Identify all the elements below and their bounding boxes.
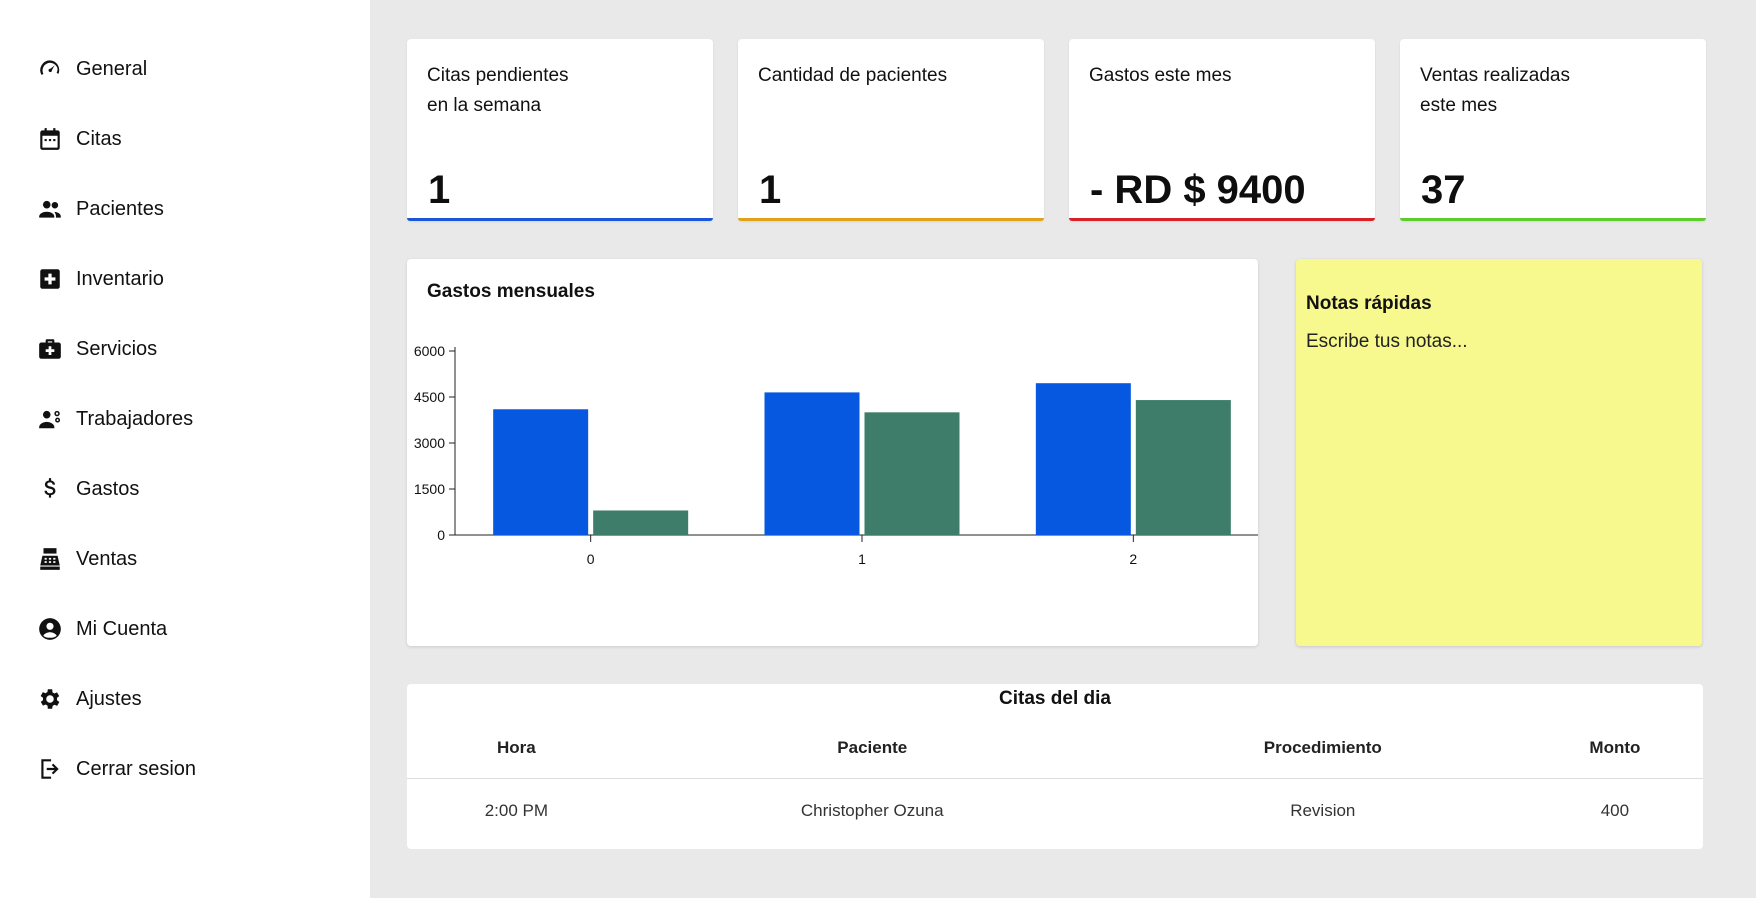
account-circle-icon [36, 615, 64, 643]
medical-plus-icon [36, 265, 64, 293]
calendar-icon [36, 125, 64, 153]
y-tick-label: 3000 [414, 435, 445, 451]
bar-series-1-cat-1 [864, 412, 960, 535]
cell-monto: 400 [1600, 801, 1630, 821]
card-citas-pendientes: Citas pendientes en la semana 1 [407, 39, 713, 221]
card-cantidad-pacientes: Cantidad de pacientes 1 [738, 39, 1044, 221]
sidebar: General Citas Pacientes Inventario Servi… [0, 0, 370, 898]
bar-chart: 0 1500 3000 4500 6000 0 1 2 [414, 343, 1258, 567]
x-tick-label: 0 [587, 551, 595, 567]
sidebar-item-mi-cuenta[interactable]: Mi Cuenta [0, 594, 370, 664]
bar-series-0-cat-1 [764, 392, 860, 535]
bar-series-1-cat-2 [1135, 400, 1231, 535]
sidebar-item-label: General [76, 57, 148, 80]
sidebar-item-ajustes[interactable]: Ajustes [0, 664, 370, 734]
sidebar-item-label: Trabajadores [76, 407, 194, 430]
table-header-row: Hora Paciente Procedimiento Monto [407, 718, 1703, 779]
sidebar-item-label: Ajustes [76, 687, 142, 710]
bar-series-1-cat-0 [593, 510, 689, 535]
sidebar-item-label: Ventas [76, 547, 138, 570]
column-header-monto: Monto [1526, 718, 1703, 779]
sidebar-item-general[interactable]: General [0, 34, 370, 104]
bar-series-0-cat-0 [493, 409, 589, 535]
sidebar-item-ventas[interactable]: Ventas [0, 524, 370, 594]
logout-icon [36, 755, 64, 783]
gear-icon [36, 685, 64, 713]
sidebar-item-label: Pacientes [76, 197, 164, 220]
medical-bag-icon [36, 335, 64, 363]
card-accent-bar [738, 218, 1044, 221]
y-tick-label: 6000 [414, 343, 445, 359]
card-value: 1 [428, 168, 451, 212]
y-tick-label: 0 [437, 527, 445, 543]
card-value: - RD $ 9400 [1090, 168, 1306, 212]
speedometer-icon [36, 55, 64, 83]
y-tick-label: 4500 [414, 389, 445, 405]
sidebar-item-cerrar-sesion[interactable]: Cerrar sesion [0, 734, 370, 804]
table-row[interactable]: 2:00 PM Christopher Ozuna Revision 400 [407, 778, 1703, 844]
sidebar-nav: General Citas Pacientes Inventario Servi… [0, 0, 370, 804]
sidebar-item-pacientes[interactable]: Pacientes [0, 174, 370, 244]
table-title: Citas del dia [999, 688, 1111, 709]
summary-cards: Citas pendientes en la semana 1 Cantidad… [407, 39, 1706, 221]
card-value: 37 [1421, 168, 1466, 212]
cell-paciente: Christopher Ozuna [800, 801, 944, 821]
dollar-icon [36, 475, 64, 503]
sidebar-item-citas[interactable]: Citas [0, 104, 370, 174]
chart-title: Gastos mensuales [427, 281, 595, 302]
cell-procedimiento: Revision [1290, 801, 1356, 821]
sidebar-item-label: Mi Cuenta [76, 617, 168, 640]
appointments-table-card: Citas del dia Hora Paciente Procedimient… [407, 684, 1703, 849]
card-title: Gastos este mes [1089, 65, 1232, 86]
sidebar-item-trabajadores[interactable]: Trabajadores [0, 384, 370, 454]
sidebar-item-gastos[interactable]: Gastos [0, 454, 370, 524]
card-title: Ventas realizadas este mes [1420, 65, 1570, 116]
card-accent-bar [1400, 218, 1706, 221]
main-content: Citas pendientes en la semana 1 Cantidad… [370, 0, 1756, 898]
sidebar-item-servicios[interactable]: Servicios [0, 314, 370, 384]
sidebar-item-label: Citas [76, 127, 122, 150]
sidebar-item-inventario[interactable]: Inventario [0, 244, 370, 314]
column-header-procedimiento: Procedimiento [1118, 718, 1527, 779]
sidebar-item-label: Cerrar sesion [76, 757, 197, 780]
y-tick-label: 1500 [414, 481, 445, 497]
card-gastos-mes: Gastos este mes - RD $ 9400 [1069, 39, 1375, 221]
sidebar-item-label: Inventario [76, 267, 164, 290]
quick-notes: Notas rápidas [1296, 259, 1702, 646]
workers-icon [36, 405, 64, 433]
card-ventas-mes: Ventas realizadas este mes 37 [1400, 39, 1706, 221]
card-value: 1 [759, 168, 782, 212]
card-title: Cantidad de pacientes [758, 65, 948, 86]
cash-register-icon [36, 545, 64, 573]
card-title: Citas pendientes en la semana [427, 65, 569, 116]
notes-input[interactable] [1306, 331, 1692, 631]
sidebar-item-label: Servicios [76, 337, 158, 360]
x-tick-label: 1 [858, 551, 866, 567]
sidebar-item-label: Gastos [76, 477, 140, 500]
card-accent-bar [407, 218, 713, 221]
x-tick-label: 2 [1129, 551, 1137, 567]
chart-card: 0 1500 3000 4500 6000 0 1 2 Gastos mensuales [407, 259, 1258, 646]
column-header-hora: Hora [407, 718, 626, 779]
appointments-table: Hora Paciente Procedimiento Monto 2:00 P… [407, 718, 1703, 844]
notes-title: Notas rápidas [1306, 293, 1432, 314]
card-accent-bar [1069, 218, 1375, 221]
column-header-paciente: Paciente [625, 718, 1119, 779]
people-icon [36, 195, 64, 223]
cell-hora: 2:00 PM [484, 801, 549, 821]
bar-series-0-cat-2 [1035, 383, 1131, 535]
